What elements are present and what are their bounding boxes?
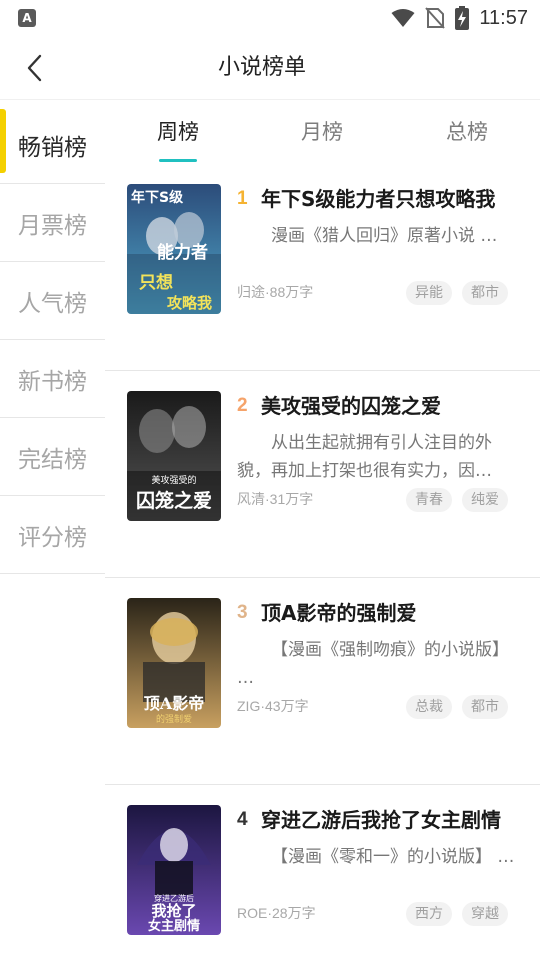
book-row[interactable]: 顶A影帝 的强制爱 3 顶A影帝的强制爱 【漫画《强制吻痕》的小说版】 … ZI… xyxy=(105,578,540,785)
book-author-wordcount: 归途·88万字 xyxy=(237,284,314,300)
sidebar-item-new-books[interactable]: 新书榜 xyxy=(0,340,105,418)
book-tags: 总裁 都市 xyxy=(406,695,508,719)
sidebar-item-popularity[interactable]: 人气榜 xyxy=(0,262,105,340)
book-description: 从出生起就拥有引人注目的外貌，再加上打架也很有实力，因… xyxy=(237,433,492,481)
book-title: 顶A影帝的强制爱 xyxy=(261,601,417,625)
cover-title-line: 顶A影帝 xyxy=(144,694,204,713)
cover-title-line: 女主剧情 xyxy=(148,918,200,934)
rank-number: 3 xyxy=(237,602,248,623)
tag-badge: 纯爱 xyxy=(462,488,508,512)
battery-charging-icon xyxy=(455,6,470,30)
book-description: 【漫画《强制吻痕》的小说版】 … xyxy=(237,640,509,688)
ranking-sidebar: 畅销榜 月票榜 人气榜 新书榜 完结榜 评分榜 xyxy=(0,106,105,574)
tag-badge: 都市 xyxy=(462,281,508,305)
book-cover[interactable]: 顶A影帝 的强制爱 xyxy=(127,598,221,728)
status-bar: A 11:57 xyxy=(0,0,540,36)
rank-number: 2 xyxy=(237,395,248,416)
cover-title-line: 美攻强受的 xyxy=(151,474,196,486)
tag-badge: 穿越 xyxy=(462,902,508,926)
book-description: 【漫画《零和一》的小说版】 … xyxy=(271,847,515,867)
sidebar-item-completed[interactable]: 完结榜 xyxy=(0,418,105,496)
accessibility-icon: A xyxy=(18,9,36,27)
tag-badge: 西方 xyxy=(406,902,452,926)
tag-badge: 都市 xyxy=(462,695,508,719)
sidebar-item-rating[interactable]: 评分榜 xyxy=(0,496,105,574)
book-cover[interactable]: 穿进乙游后 我抢了 女主剧情 xyxy=(127,805,221,935)
book-title: 穿进乙游后我抢了女主剧情 xyxy=(261,808,501,832)
book-title: 美攻强受的囚笼之爱 xyxy=(261,394,441,418)
wifi-icon xyxy=(391,9,415,27)
tag-badge: 异能 xyxy=(406,281,452,305)
book-tags: 青春 纯爱 xyxy=(406,488,508,512)
book-row[interactable]: 美攻强受的 囚笼之爱 2 美攻强受的囚笼之爱 从出生起就拥有引人注目的外貌，再加… xyxy=(105,371,540,578)
book-tags: 异能 都市 xyxy=(406,281,508,305)
tag-badge: 青春 xyxy=(406,488,452,512)
no-sim-icon xyxy=(425,7,446,29)
cover-title-line: 囚笼之爱 xyxy=(136,489,212,512)
cover-title-line: 只想 xyxy=(139,272,173,293)
book-row[interactable]: 年下S级 能力者 只想 攻略我 1 年下S级能力者只想攻略我 漫画《猎人回归》原… xyxy=(105,164,540,371)
status-time: 11:57 xyxy=(479,6,528,29)
period-tabs: 周榜 月榜 总榜 xyxy=(105,106,540,164)
book-description: 漫画《猎人回归》原著小说 … xyxy=(271,226,498,246)
cover-title-line: 年下S级 xyxy=(131,189,184,206)
cover-title-line: 攻略我 xyxy=(167,294,212,312)
book-tags: 西方 穿越 xyxy=(406,902,508,926)
rank-number: 1 xyxy=(237,188,248,209)
cover-title-line: 能力者 xyxy=(157,242,208,263)
book-author-wordcount: 风清·31万字 xyxy=(237,491,314,507)
book-cover[interactable]: 年下S级 能力者 只想 攻略我 xyxy=(127,184,221,314)
rank-number: 4 xyxy=(237,809,248,830)
cover-title-line: 我抢了 xyxy=(151,902,196,920)
book-author-wordcount: ROE·28万字 xyxy=(237,905,316,921)
tab-weekly[interactable]: 周榜 xyxy=(123,106,233,164)
tag-badge: 总裁 xyxy=(406,695,452,719)
book-cover[interactable]: 美攻强受的 囚笼之爱 xyxy=(127,391,221,521)
sidebar-item-monthly-votes[interactable]: 月票榜 xyxy=(0,184,105,262)
status-icons: 11:57 xyxy=(391,0,528,36)
tab-all-time[interactable]: 总榜 xyxy=(412,106,522,164)
header: 小说榜单 xyxy=(0,36,540,100)
page-title: 小说榜单 xyxy=(217,55,306,80)
book-row[interactable]: 穿进乙游后 我抢了 女主剧情 4 穿进乙游后我抢了女主剧情 【漫画《零和一》的小… xyxy=(105,785,540,960)
cover-title-line: 的强制爱 xyxy=(156,713,192,725)
tab-monthly[interactable]: 月榜 xyxy=(267,106,377,164)
book-title: 年下S级能力者只想攻略我 xyxy=(261,187,496,211)
book-list: 年下S级 能力者 只想 攻略我 1 年下S级能力者只想攻略我 漫画《猎人回归》原… xyxy=(105,164,540,960)
book-author-wordcount: ZIG·43万字 xyxy=(237,698,309,714)
sidebar-item-bestseller[interactable]: 畅销榜 xyxy=(0,106,105,184)
